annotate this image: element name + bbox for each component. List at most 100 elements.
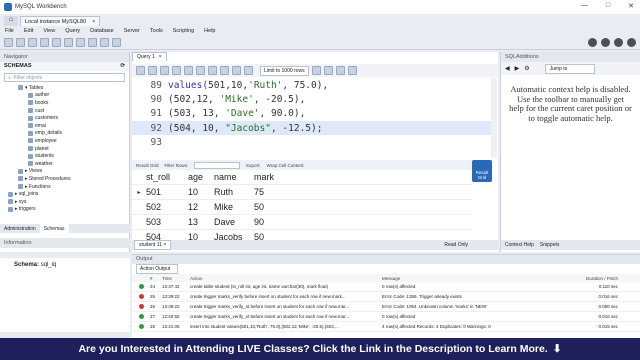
filter-objects-input[interactable]: ⌕ Filter objects — [4, 73, 125, 82]
auto-help-icon[interactable]: ⚙ — [524, 65, 529, 72]
forward-icon[interactable]: ▶ — [515, 65, 520, 72]
menu-database[interactable]: Database — [90, 28, 114, 34]
tree-item-functions[interactable]: ▸ Functions — [4, 183, 129, 191]
execute-current-icon[interactable] — [172, 66, 181, 75]
close-tab-icon[interactable]: × — [92, 19, 95, 25]
jump-to-select[interactable]: Jump to — [544, 63, 595, 74]
code-line[interactable]: 91 (503, 13, 'Dave', 90.0), — [132, 107, 494, 121]
column-header[interactable]: mark — [254, 172, 284, 182]
result-grid-side-button[interactable]: Result Grid — [472, 160, 492, 182]
menu-file[interactable]: File — [5, 28, 14, 34]
table-row[interactable]: 502 12 Mike 50 — [132, 200, 472, 215]
output-row[interactable]: 26 13:39:22 create trigger marks_verify_st… — [132, 302, 640, 312]
maximize-button[interactable]: □ — [606, 2, 610, 10]
tab-schemas[interactable]: Schemas — [39, 224, 69, 233]
connection-tab[interactable]: Local instance MySQL80 × — [20, 16, 101, 26]
column-header[interactable]: name — [214, 172, 254, 182]
table-cell[interactable]: 50 — [254, 202, 284, 212]
stop-icon[interactable] — [196, 66, 205, 75]
new-sql-tab-icon[interactable] — [4, 38, 13, 47]
table-cell[interactable]: 502 — [146, 202, 188, 212]
query-tab[interactable]: Query 1 × — [132, 52, 167, 61]
reconnect-icon[interactable] — [112, 38, 121, 47]
refresh-schemas-icon[interactable]: ⟳ — [120, 63, 125, 70]
code-line[interactable]: 89 values(501,10, 'Ruth', 75.0), — [132, 78, 494, 92]
home-tab[interactable]: ⌂ — [4, 16, 18, 26]
table-cell[interactable]: Mike — [214, 202, 254, 212]
menu-edit[interactable]: Edit — [24, 28, 33, 34]
table-cell[interactable]: 501 — [146, 187, 188, 197]
output-row[interactable]: 24 13:37:42 create table student (st_roll … — [132, 282, 640, 292]
close-button[interactable]: ✕ — [628, 2, 634, 10]
result-tab[interactable]: student 11 × — [134, 240, 172, 250]
tree-item-procedures[interactable]: ▸ Stored Procedures — [4, 175, 129, 183]
output-row[interactable]: 28 13:41:05 insert into student values(501… — [132, 322, 640, 332]
search-table-data-icon[interactable] — [100, 38, 109, 47]
code-line[interactable]: 92 (504, 10, "Jacobs", -12.5); — [132, 120, 494, 136]
output-row[interactable]: 25 13:39:22 create trigger marks_verify be… — [132, 292, 640, 302]
promo-banner[interactable]: Are you Interested in Attending LIVE Cla… — [0, 338, 640, 360]
back-icon[interactable]: ◀ — [505, 65, 510, 72]
menu-server[interactable]: Server — [124, 28, 140, 34]
tree-item-table[interactable]: planet — [4, 145, 129, 153]
create-view-icon[interactable] — [64, 38, 73, 47]
close-query-tab-icon[interactable]: × — [159, 54, 162, 60]
table-cell[interactable]: 13 — [188, 217, 214, 227]
create-function-icon[interactable] — [88, 38, 97, 47]
open-file-icon[interactable] — [136, 66, 145, 75]
tree-item-views[interactable]: ▸ Views — [4, 168, 129, 176]
tab-context-help[interactable]: Context Help — [505, 242, 534, 248]
open-sql-script-icon[interactable] — [16, 38, 25, 47]
code-line[interactable]: 90 (502,12, 'Mike', -20.5), — [132, 92, 494, 106]
tab-administration[interactable]: Administration — [0, 224, 40, 233]
table-cell[interactable]: 75 — [254, 187, 284, 197]
export-label[interactable]: Export: — [246, 163, 260, 168]
filter-rows-input[interactable] — [194, 161, 241, 169]
limit-rows-select[interactable]: Limit to 1000 rows — [260, 65, 309, 76]
toggle-sidebar-icon[interactable] — [601, 38, 610, 47]
create-table-icon[interactable] — [52, 38, 61, 47]
table-cell[interactable]: Ruth — [214, 187, 254, 197]
create-schema-icon[interactable] — [40, 38, 49, 47]
tree-item-table[interactable]: students — [4, 152, 129, 160]
table-cell[interactable]: 90 — [254, 217, 284, 227]
tab-snippets[interactable]: Snippets — [540, 242, 559, 248]
tree-item-table[interactable]: author — [4, 92, 129, 100]
table-cell[interactable]: 503 — [146, 217, 188, 227]
wrap-cell-label[interactable]: Wrap Cell Content: — [267, 163, 305, 168]
editor-scrollbar[interactable] — [491, 78, 497, 158]
table-cell[interactable]: 12 — [188, 202, 214, 212]
tree-item-tables[interactable]: ▾ Tables — [4, 84, 129, 92]
tree-item-schema[interactable]: ▸ sql_joins — [4, 190, 129, 198]
tree-item-schema[interactable]: ▸ sys — [4, 198, 129, 206]
menu-scripting[interactable]: Scripting — [173, 28, 194, 34]
commit-icon[interactable] — [220, 66, 229, 75]
table-cell[interactable]: 10 — [188, 187, 214, 197]
table-row[interactable]: ▸ 501 10 Ruth 75 — [132, 185, 472, 200]
toggle-error-stop-icon[interactable] — [208, 66, 217, 75]
autocommit-icon[interactable] — [244, 66, 253, 75]
toggle-secondary-sidebar-icon[interactable] — [627, 38, 636, 47]
table-cell[interactable]: Dave — [214, 217, 254, 227]
column-header[interactable]: age — [188, 172, 214, 182]
tree-item-table[interactable]: emai — [4, 122, 129, 130]
tree-item-table[interactable]: customers — [4, 114, 129, 122]
menu-help[interactable]: Help — [204, 28, 215, 34]
create-procedure-icon[interactable] — [76, 38, 85, 47]
output-row[interactable]: 27 12:40:55 create trigger marks_verify_st… — [132, 312, 640, 322]
beautify-icon[interactable] — [311, 66, 321, 75]
menu-view[interactable]: View — [43, 28, 55, 34]
invisible-chars-icon[interactable] — [335, 66, 345, 75]
code-line[interactable]: 93 — [132, 135, 494, 149]
execute-icon[interactable] — [160, 66, 169, 75]
find-icon[interactable] — [323, 66, 333, 75]
tree-item-schema[interactable]: ▸ triggers — [4, 206, 129, 214]
inspector-icon[interactable] — [28, 38, 37, 47]
menu-query[interactable]: Query — [65, 28, 80, 34]
tree-item-table[interactable]: weather — [4, 160, 129, 168]
tree-item-table[interactable]: books — [4, 99, 129, 107]
explain-icon[interactable] — [184, 66, 193, 75]
menu-tools[interactable]: Tools — [150, 28, 163, 34]
action-output-select[interactable]: Action Output — [136, 264, 178, 274]
settings-icon[interactable] — [588, 38, 597, 47]
